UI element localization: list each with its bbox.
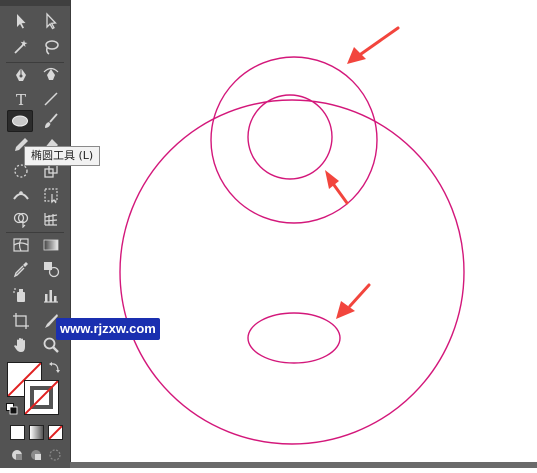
draw-normal-button[interactable] [10,448,24,462]
shape-builder-icon [13,212,29,228]
selection-tool[interactable] [8,10,34,32]
symbol-sprayer-icon [13,288,25,302]
line-segment-tool[interactable] [38,88,64,110]
canvas-scrollbar[interactable] [70,462,537,468]
blend-icon [44,262,60,278]
paintbrush-tool[interactable] [38,110,64,132]
perspective-grid-icon [44,213,58,226]
curvature-pen-icon [43,67,59,80]
eyedropper-tool[interactable] [8,258,34,280]
perspective-grid-tool[interactable] [38,208,64,230]
arrow-icon [347,26,400,64]
small-ellipse[interactable] [247,312,341,364]
panel-grip[interactable] [0,0,70,6]
ellipse-tool-tooltip: 椭圆工具 (L) [24,146,101,166]
blend-tool[interactable] [38,258,64,280]
eyedropper-icon [13,262,28,278]
watermark-text: www.rjzxw.com [56,318,160,340]
arrow-icon [325,170,349,205]
mesh-icon [13,238,29,252]
column-graph-icon [44,290,58,303]
magic-wand-icon [14,40,28,54]
tools-panel: T [0,0,71,468]
arrow-icon [17,14,26,29]
direct-selection-tool[interactable] [38,10,64,32]
line-icon [44,92,58,106]
draw-inside-button[interactable] [48,448,62,462]
free-transform-icon [44,188,58,204]
svg-text:T: T [16,91,26,108]
none-mode-button[interactable] [48,425,63,440]
medium-circle[interactable] [210,56,378,224]
color-mode-button[interactable] [10,425,25,440]
column-graph-tool[interactable] [38,284,64,306]
free-transform-tool[interactable] [38,184,64,206]
ellipse-tool[interactable] [7,110,33,132]
type-icon: T [16,91,26,108]
pen-tool[interactable] [8,64,34,86]
artboard-icon [13,313,29,329]
draw-behind-button[interactable] [29,448,43,462]
symbol-sprayer-tool[interactable] [8,284,34,306]
arrow-icon [336,283,371,319]
stroke-swatch[interactable] [24,380,59,415]
gradient-mode-button[interactable] [29,425,44,440]
ellipse-icon [12,115,28,127]
magic-wand-tool[interactable] [8,36,34,58]
artboard-tool[interactable] [8,310,34,332]
type-tool[interactable]: T [8,88,34,110]
white-arrow-icon [46,12,57,30]
large-circle[interactable] [119,99,465,445]
hand-tool[interactable] [8,334,34,356]
lasso-tool[interactable] [38,36,64,58]
brush-icon [45,113,58,128]
default-fill-stroke-icon[interactable] [6,402,18,415]
curvature-tool[interactable] [38,64,64,86]
shape-builder-tool[interactable] [8,208,34,230]
artwork [119,26,465,445]
width-icon [13,191,29,200]
small-circle[interactable] [247,94,333,180]
width-tool[interactable] [8,184,34,206]
gradient-tool[interactable] [38,234,64,256]
none-icon [49,426,62,439]
artboard-canvas[interactable] [75,0,537,468]
gradient-icon [43,239,59,251]
hand-icon [14,338,25,352]
lasso-icon [45,40,59,55]
pen-icon [16,68,26,81]
swap-fill-stroke-icon[interactable] [48,360,62,374]
mesh-tool[interactable] [8,234,34,256]
